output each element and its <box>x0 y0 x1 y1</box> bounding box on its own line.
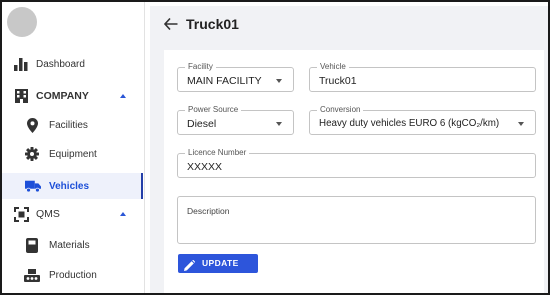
page-title: Truck01 <box>186 16 239 32</box>
page-header: Truck01 <box>150 6 548 44</box>
sidebar-group-company[interactable]: COMPANY <box>2 84 143 108</box>
dropdown-caret-icon <box>518 122 524 126</box>
dropdown-caret-icon <box>276 122 282 126</box>
conversion-select[interactable]: Conversion Heavy duty vehicles EURO 6 (k… <box>309 105 536 135</box>
pencil-icon <box>184 258 196 271</box>
power-source-select[interactable]: Power Source Diesel <box>177 105 294 135</box>
sidebar-item-label: Production <box>49 269 97 281</box>
vehicle-label: Vehicle <box>317 62 349 72</box>
power-source-value: Diesel <box>187 118 217 130</box>
sidebar-item-production[interactable]: Production <box>2 263 143 287</box>
conversion-label: Conversion <box>317 105 364 115</box>
sidebar-item-label: Equipment <box>49 148 97 160</box>
qms-icon <box>13 206 29 222</box>
truck-icon <box>25 178 41 194</box>
building-icon <box>13 88 29 104</box>
production-icon <box>24 267 40 283</box>
sidebar-item-facilities[interactable]: Facilities <box>2 113 143 137</box>
vehicle-field[interactable]: Vehicle Truck01 <box>309 62 536 92</box>
sidebar-item-dashboard[interactable]: Dashboard <box>2 52 143 76</box>
chevron-up-icon[interactable] <box>120 94 126 98</box>
conversion-value: Heavy duty vehicles EURO 6 (kgCO₂/km) <box>319 118 500 129</box>
sidebar-item-label: Materials <box>49 239 90 251</box>
sidebar-group-qms[interactable]: QMS <box>2 202 143 226</box>
description-field[interactable]: Description <box>177 196 536 244</box>
facility-select[interactable]: Facility MAIN FACILITY <box>177 62 294 92</box>
licence-number-label: Licence Number <box>185 148 250 158</box>
location-pin-icon <box>24 117 40 133</box>
app-window: Dashboard COMPANY Facilities Equipment V… <box>0 0 550 295</box>
avatar[interactable] <box>7 7 37 37</box>
sidebar-item-label: Vehicles <box>49 180 90 192</box>
facility-label: Facility <box>185 62 216 72</box>
arrow-left-icon[interactable] <box>163 17 180 33</box>
dropdown-caret-icon <box>276 79 282 83</box>
update-button[interactable]: UPDATE <box>178 254 258 273</box>
sidebar-item-equipment[interactable]: Equipment <box>2 142 143 166</box>
vehicle-value: Truck01 <box>319 75 357 87</box>
chevron-up-icon[interactable] <box>120 212 126 216</box>
materials-icon <box>24 237 40 253</box>
sidebar-item-label: Dashboard <box>36 58 85 70</box>
sidebar-item-label: QMS <box>36 208 60 220</box>
sidebar-item-label: COMPANY <box>36 90 89 102</box>
licence-number-field[interactable]: Licence Number XXXXX <box>177 148 536 178</box>
update-button-label: UPDATE <box>202 258 239 268</box>
main-content: Truck01 Facility MAIN FACILITY Vehicle T… <box>150 6 548 293</box>
licence-number-value: XXXXX <box>187 161 223 173</box>
sidebar: Dashboard COMPANY Facilities Equipment V… <box>2 2 145 293</box>
gear-icon <box>24 146 40 162</box>
sidebar-item-label: Facilities <box>49 119 88 131</box>
vehicle-form-card: Facility MAIN FACILITY Vehicle Truck01 P… <box>164 50 544 293</box>
bar-chart-icon <box>13 56 29 72</box>
power-source-label: Power Source <box>185 105 242 115</box>
description-label: Description <box>187 206 230 216</box>
sidebar-item-materials[interactable]: Materials <box>2 233 143 257</box>
sidebar-item-vehicles[interactable]: Vehicles <box>2 174 143 198</box>
facility-value: MAIN FACILITY <box>187 75 262 87</box>
